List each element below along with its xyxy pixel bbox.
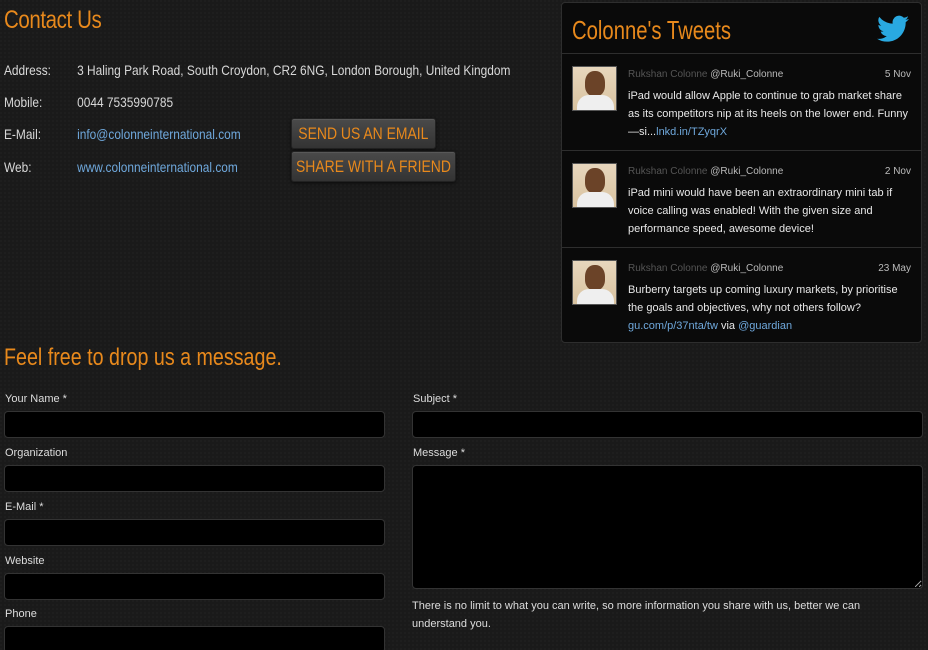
tweet-text: Burberry targets up coming luxury market… bbox=[628, 281, 910, 335]
subject-label: Subject * bbox=[413, 393, 458, 405]
message-label: Message * bbox=[413, 447, 465, 459]
name-field[interactable] bbox=[4, 411, 385, 438]
tweet-text: iPad mini would have been an extraordina… bbox=[628, 184, 910, 238]
organization-label: Organization bbox=[5, 447, 68, 459]
tweet-body: iPad mini would have been an extraordina… bbox=[628, 187, 893, 235]
tweet-link[interactable]: lnkd.in/TZyqrX bbox=[656, 126, 727, 138]
tweet-link[interactable]: gu.com/p/37nta/tw bbox=[628, 320, 718, 332]
email-link[interactable]: info@colonneinternational.com bbox=[77, 126, 241, 142]
name-label: Your Name * bbox=[5, 393, 67, 405]
tweets-panel: Colonne's Tweets Rukshan Colonne @Ruki_C… bbox=[561, 2, 922, 343]
phone-label: Phone bbox=[5, 608, 37, 620]
tweet-author[interactable]: Rukshan Colonne @Ruki_Colonne bbox=[628, 263, 783, 274]
avatar[interactable] bbox=[572, 260, 617, 305]
tweet-body: Burberry targets up coming luxury market… bbox=[628, 284, 898, 314]
web-label: Web: bbox=[4, 159, 32, 175]
tweet-author[interactable]: Rukshan Colonne @Ruki_Colonne bbox=[628, 69, 783, 80]
tweet-item: Rukshan Colonne @Ruki_Colonne 23 May Bur… bbox=[562, 248, 921, 345]
website-field[interactable] bbox=[4, 573, 385, 600]
tweet-author-handle: @Ruki_Colonne bbox=[710, 69, 784, 80]
web-link[interactable]: www.colonneinternational.com bbox=[77, 159, 238, 175]
phone-field[interactable] bbox=[4, 626, 385, 650]
send-email-button-label: SEND US AN EMAIL bbox=[298, 123, 429, 143]
contact-title: Contact Us bbox=[4, 6, 102, 34]
tweet-mention[interactable]: @guardian bbox=[738, 320, 792, 332]
tweet-author-name: Rukshan Colonne bbox=[628, 69, 708, 80]
address-value: 3 Haling Park Road, South Croydon, CR2 6… bbox=[77, 62, 511, 78]
share-button[interactable]: SHARE WITH A FRIEND bbox=[291, 151, 456, 182]
share-button-label: SHARE WITH A FRIEND bbox=[296, 156, 451, 176]
tweet-author-handle: @Ruki_Colonne bbox=[710, 263, 784, 274]
email-field[interactable] bbox=[4, 519, 385, 546]
tweet-author[interactable]: Rukshan Colonne @Ruki_Colonne bbox=[628, 166, 783, 177]
email-field-label: E-Mail * bbox=[5, 501, 44, 513]
tweet-author-name: Rukshan Colonne bbox=[628, 166, 708, 177]
tweet-date: 23 May bbox=[878, 263, 911, 274]
message-textarea[interactable] bbox=[412, 465, 923, 589]
twitter-bird-icon[interactable] bbox=[877, 15, 909, 43]
address-label: Address: bbox=[4, 62, 51, 78]
subject-field[interactable] bbox=[412, 411, 923, 438]
send-email-button[interactable]: SEND US AN EMAIL bbox=[291, 118, 436, 149]
avatar[interactable] bbox=[572, 163, 617, 208]
message-note: There is no limit to what you can write,… bbox=[412, 600, 861, 630]
email-label: E-Mail: bbox=[4, 126, 42, 142]
tweet-via: via bbox=[717, 320, 739, 332]
tweets-title: Colonne's Tweets bbox=[572, 15, 732, 45]
website-label: Website bbox=[5, 555, 45, 567]
tweets-header: Colonne's Tweets bbox=[562, 3, 921, 54]
tweet-author-handle: @Ruki_Colonne bbox=[710, 166, 784, 177]
tweet-date: 5 Nov bbox=[884, 69, 911, 80]
avatar[interactable] bbox=[572, 66, 617, 111]
tweet-author-name: Rukshan Colonne bbox=[628, 263, 708, 274]
tweet-item: Rukshan Colonne @Ruki_Colonne 5 Nov iPad… bbox=[562, 54, 921, 151]
tweet-item: Rukshan Colonne @Ruki_Colonne 2 Nov iPad… bbox=[562, 151, 921, 248]
organization-field[interactable] bbox=[4, 465, 385, 492]
tweet-date: 2 Nov bbox=[884, 166, 911, 177]
mobile-label: Mobile: bbox=[4, 94, 43, 110]
form-title: Feel free to drop us a message. bbox=[4, 344, 282, 371]
mobile-value: 0044 7535990785 bbox=[77, 94, 174, 110]
tweet-text: iPad would allow Apple to continue to gr… bbox=[628, 87, 910, 141]
